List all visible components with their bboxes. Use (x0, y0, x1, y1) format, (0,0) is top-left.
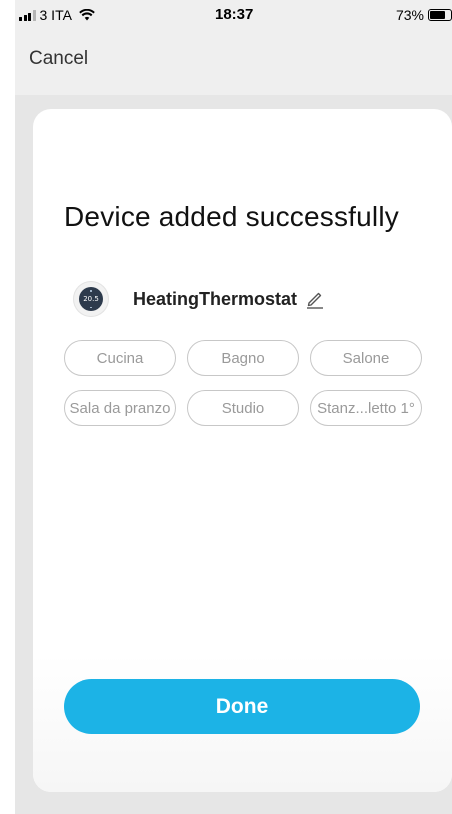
carrier-label: 3 ITA (39, 7, 72, 23)
device-name: HeatingThermostat (133, 288, 298, 309)
wifi-icon (79, 9, 95, 21)
carrier-group: 3 ITA (19, 7, 95, 23)
room-chip-sala-da-pranzo[interactable]: Sala da pranzo (64, 390, 176, 426)
room-chip-stanza-letto[interactable]: Stanz...letto 1° (310, 390, 422, 426)
clock: 18:37 (215, 6, 254, 23)
battery-percent: 73% (395, 7, 424, 23)
success-card: Device added successfully 20.5 HeatingTh… (33, 109, 452, 792)
device-row: 20.5 HeatingThermostat (73, 281, 325, 317)
signal-icon (19, 9, 36, 21)
room-chip-cucina[interactable]: Cucina (64, 340, 176, 376)
done-button[interactable]: Done (64, 679, 420, 734)
screen: 3 ITA 18:37 73% Cancel Device added succ… (0, 0, 452, 814)
page-title: Device added successfully (64, 201, 399, 232)
thermostat-dial: 20.5 (79, 287, 103, 311)
status-bar: 3 ITA 18:37 73% (15, 0, 452, 34)
room-chip-salone[interactable]: Salone (310, 340, 422, 376)
battery-group: 73% (396, 7, 452, 23)
room-list: Cucina Bagno Salone Sala da pranzo Studi… (64, 340, 422, 426)
thermostat-icon: 20.5 (73, 281, 109, 317)
room-chip-bagno[interactable]: Bagno (187, 340, 299, 376)
battery-icon (428, 9, 452, 21)
room-chip-studio[interactable]: Studio (187, 390, 299, 426)
cancel-button[interactable]: Cancel (29, 48, 88, 70)
pencil-icon[interactable] (305, 289, 325, 309)
